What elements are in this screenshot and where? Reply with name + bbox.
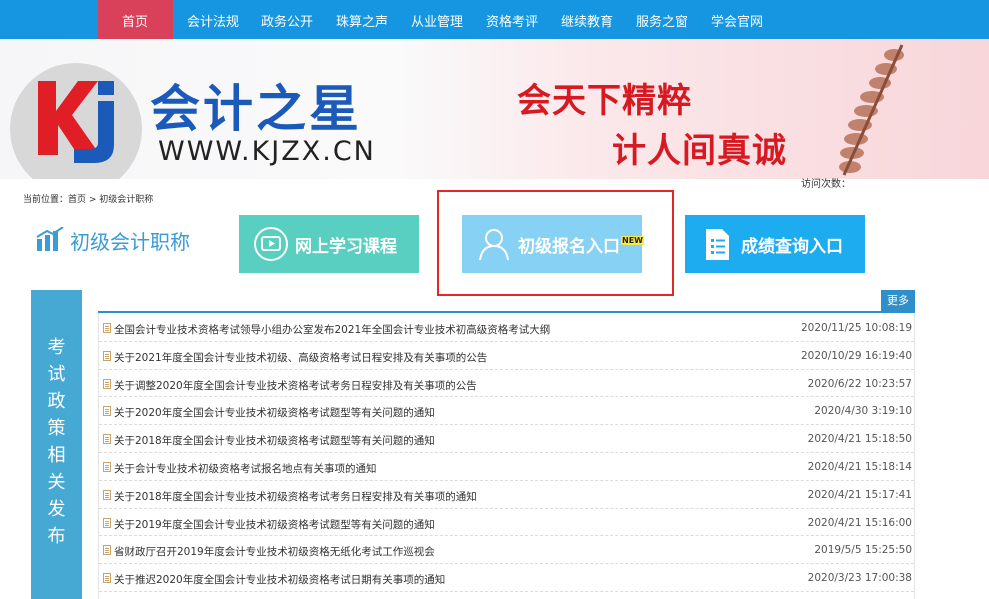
list-item-title[interactable]: 省财政厅召开2019年度会计专业技术初级资格无纸化考试工作巡视会 bbox=[114, 544, 435, 559]
list-item-title[interactable]: 关于调整2020年度全国会计专业技术资格考试考务日程安排及有关事项的公告 bbox=[114, 378, 477, 393]
list-item[interactable]: 关于2018年度全国会计专业技术初级资格考试题型等有关问题的通知 2020/4/2… bbox=[99, 425, 914, 453]
document-icon bbox=[103, 350, 111, 361]
list-item-date: 2020/4/30 3:19:10 bbox=[814, 405, 912, 418]
list-item-title[interactable]: 关于推迟2020年度全国会计专业技术初级资格考试日期有关事项的通知 bbox=[114, 572, 445, 587]
list-item-title[interactable]: 关于2021年度全国会计专业技术初级、高级资格考试日程安排及有关事项的公告 bbox=[114, 350, 487, 365]
list-item[interactable]: 关于2021年度全国会计专业技术初级、高级资格考试日程安排及有关事项的公告 202… bbox=[99, 342, 914, 370]
document-icon bbox=[103, 434, 111, 445]
top-nav: 首页 会计法规 政务公开 珠算之声 从业管理 资格考评 继续教育 服务之窗 学会… bbox=[0, 0, 989, 39]
policy-side-char: 政 bbox=[47, 391, 66, 412]
online-courses-label: 网上学习课程 bbox=[295, 236, 397, 257]
document-icon bbox=[103, 462, 111, 472]
list-item[interactable]: 关于调整2020年度全国会计专业技术资格考试考务日程安排及有关事项的公告 2020… bbox=[99, 370, 914, 398]
list-item-title[interactable]: 全国会计专业技术资格考试领导小组办公室发布2021年全国会计专业技术初高级资格考… bbox=[114, 322, 550, 337]
highlight-box bbox=[437, 190, 674, 296]
nav-item-qualification[interactable]: 资格考评 bbox=[486, 11, 538, 30]
policy-side-char: 相 bbox=[47, 445, 66, 466]
list-item-date: 2020/10/29 16:19:40 bbox=[800, 349, 912, 362]
breadcrumb: 当前位置：首页 > 初级会计职称 bbox=[23, 195, 154, 205]
policy-side-char: 布 bbox=[47, 526, 66, 547]
list-item-date: 2019/5/5 15:25:50 bbox=[814, 544, 912, 557]
list-item[interactable]: 关于推迟2020年度全国会计专业技术初级资格考试日期有关事项的通知 2020/3/… bbox=[99, 564, 914, 592]
online-courses-button[interactable]: 网上学习课程 bbox=[239, 215, 419, 273]
slogan-line-2: 计人间真诚 bbox=[612, 131, 787, 171]
list-item-date: 2020/6/22 10:23:57 bbox=[807, 377, 912, 390]
list-item-title[interactable]: 关于2018年度全国会计专业技术初级资格考试考务日程安排及有关事项的通知 bbox=[114, 489, 477, 504]
nav-item-practice-management[interactable]: 从业管理 bbox=[411, 11, 463, 30]
document-icon bbox=[103, 323, 111, 333]
more-button[interactable]: 更多 bbox=[881, 290, 915, 311]
nav-item-abacus[interactable]: 珠算之声 bbox=[336, 11, 388, 30]
policy-side-char: 关 bbox=[47, 472, 66, 493]
brand-domain: WWW.KJZX.CN bbox=[158, 136, 376, 167]
nav-item-government-affairs[interactable]: 政务公开 bbox=[261, 11, 313, 30]
visit-counter-label: 访问次数： bbox=[801, 179, 851, 190]
nav-item-service[interactable]: 服务之窗 bbox=[636, 11, 688, 30]
abacus-icon bbox=[839, 44, 904, 176]
nav-item-society-site[interactable]: 学会官网 bbox=[711, 11, 763, 30]
policy-side-char: 考 bbox=[47, 337, 66, 358]
list-item-title[interactable]: 关于2019年度全国会计专业技术初级资格考试题型等有关问题的通知 bbox=[114, 517, 435, 532]
nav-item-continuing-education[interactable]: 继续教育 bbox=[561, 11, 613, 30]
list-item-date: 2020/4/21 15:16:00 bbox=[807, 516, 912, 529]
document-icon bbox=[706, 229, 729, 260]
list-item-date: 2020/11/25 10:08:19 bbox=[800, 322, 912, 334]
list-item[interactable]: 关于会计专业技术初级资格考试报名地点有关事项的通知 2020/4/21 15:18… bbox=[99, 453, 914, 481]
bar-chart-icon bbox=[36, 227, 64, 251]
list-item[interactable]: 关于2018年度全国会计专业技术初级资格考试考务日程安排及有关事项的通知 2020… bbox=[99, 481, 914, 509]
list-item-title[interactable]: 关于2020年度全国会计专业技术初级资格考试题型等有关问题的通知 bbox=[114, 405, 435, 420]
list-item[interactable]: 全国会计专业技术资格考试领导小组办公室发布2021年全国会计专业技术初高级资格考… bbox=[99, 314, 914, 342]
video-play-icon bbox=[254, 227, 288, 261]
list-item-date: 2020/4/21 15:17:41 bbox=[807, 488, 912, 501]
score-query-label: 成绩查询入口 bbox=[741, 236, 843, 257]
banner: 会计之星 WWW.KJZX.CN 会天下精粹 计人间真诚 bbox=[0, 39, 989, 179]
kj-logo-icon bbox=[38, 81, 114, 163]
brand-name: 会计之星 bbox=[150, 80, 362, 138]
document-icon bbox=[103, 378, 111, 389]
document-icon bbox=[103, 517, 111, 528]
policy-side-block: 考试政策相关发布 bbox=[31, 290, 82, 599]
list-item-title[interactable]: 关于会计专业技术初级资格考试报名地点有关事项的通知 bbox=[114, 461, 377, 476]
document-icon bbox=[103, 545, 111, 556]
list-item-date: 2020/4/21 15:18:50 bbox=[807, 433, 912, 446]
score-query-button[interactable]: 成绩查询入口 bbox=[685, 215, 865, 273]
list-item-date: 2020/4/21 15:18:14 bbox=[807, 461, 912, 473]
policy-side-char: 策 bbox=[47, 418, 66, 439]
policy-side-char: 发 bbox=[47, 499, 66, 520]
nav-item-home[interactable]: 首页 bbox=[122, 11, 148, 30]
list-item[interactable]: 省财政厅召开2019年度会计专业技术初级资格无纸化考试工作巡视会 2019/5/5… bbox=[99, 536, 914, 565]
policy-side-label: 考试政策相关发布 bbox=[31, 334, 82, 550]
list-item-date: 2020/3/23 17:00:38 bbox=[807, 572, 912, 585]
section-title: 初级会计职称 bbox=[70, 230, 190, 254]
document-icon bbox=[103, 573, 111, 584]
list-item[interactable]: 关于2020年度全国会计专业技术初级资格考试题型等有关问题的通知 2020/4/3… bbox=[99, 397, 914, 426]
list-item-title[interactable]: 关于2018年度全国会计专业技术初级资格考试题型等有关问题的通知 bbox=[114, 433, 435, 448]
document-icon bbox=[103, 489, 111, 500]
slogan-line-1: 会天下精粹 bbox=[517, 81, 692, 121]
list-item[interactable]: 关于2019年度全国会计专业技术初级资格考试题型等有关问题的通知 2020/4/2… bbox=[99, 509, 914, 537]
document-icon bbox=[103, 406, 111, 417]
policy-side-char: 试 bbox=[47, 364, 66, 385]
nav-item-regulations[interactable]: 会计法规 bbox=[187, 11, 239, 30]
